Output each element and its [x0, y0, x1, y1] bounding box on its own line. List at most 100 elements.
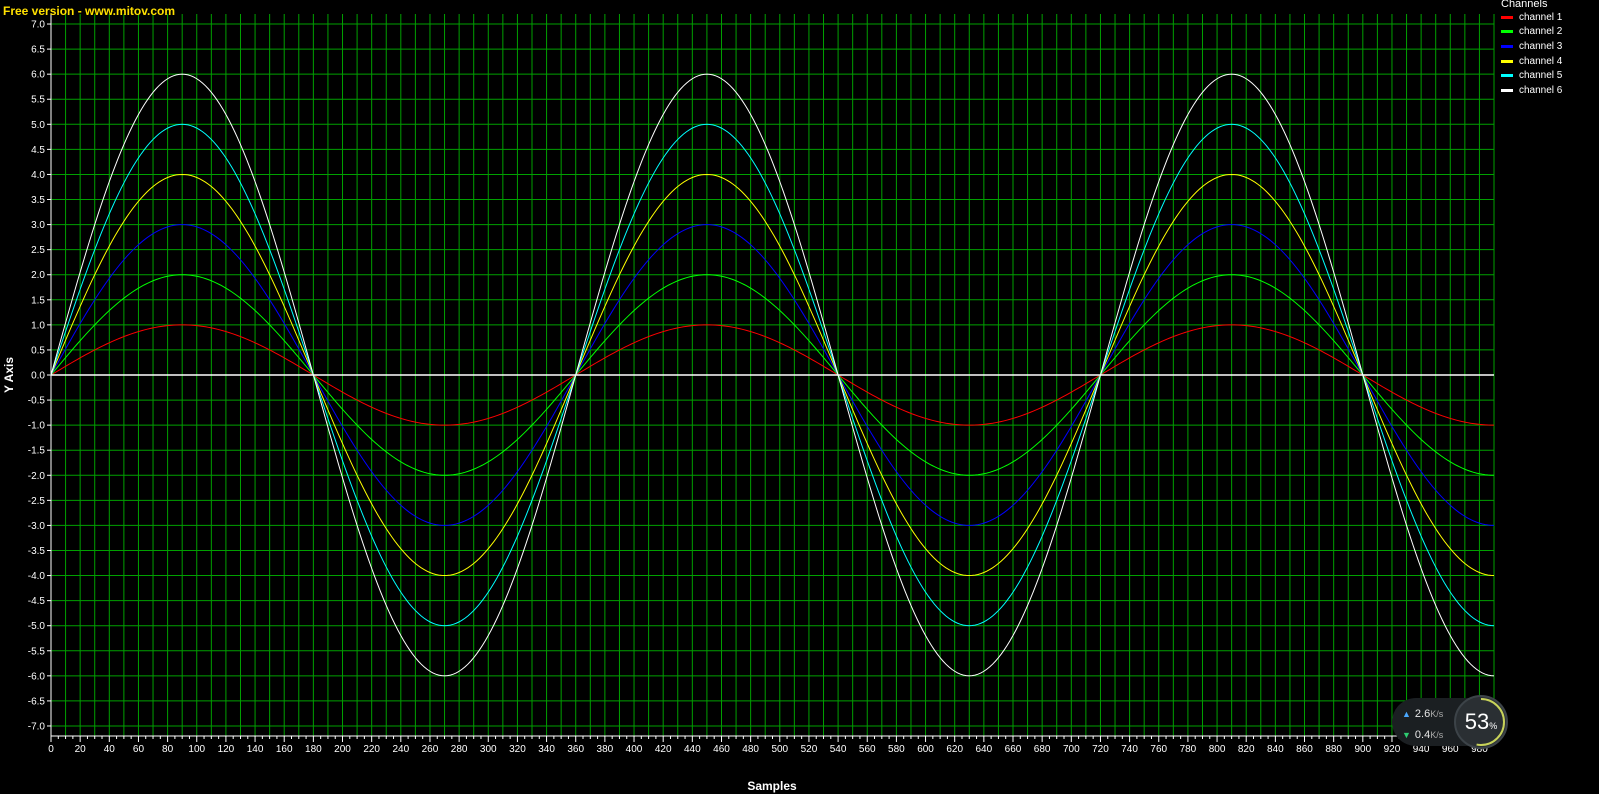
y-tick-label: -2.5	[28, 496, 46, 507]
x-tick-label: 540	[830, 744, 847, 755]
x-tick-label: 820	[1238, 744, 1255, 755]
x-tick-label: 920	[1384, 744, 1401, 755]
x-tick-label: 280	[451, 744, 468, 755]
y-tick-label: 0.0	[31, 371, 45, 382]
legend-item-channel-1[interactable]: channel 1	[1497, 10, 1597, 25]
x-tick-label: 100	[188, 744, 205, 755]
x-tick-label: 80	[162, 744, 174, 755]
upload-arrow-icon: ▲	[1402, 709, 1411, 719]
x-tick-label: 620	[946, 744, 963, 755]
y-tick-label: 5.5	[31, 95, 45, 106]
x-tick-label: 320	[509, 744, 526, 755]
download-speed: ▼ 0.4K/s	[1402, 729, 1443, 741]
x-tick-label: 900	[1354, 744, 1371, 755]
x-tick-label: 240	[392, 744, 409, 755]
x-tick-label: 740	[1121, 744, 1138, 755]
usage-percent: 53%	[1454, 695, 1508, 749]
legend-swatch	[1501, 88, 1513, 92]
x-axis-label: Samples	[747, 779, 797, 793]
legend-swatch	[1501, 30, 1513, 34]
legend-swatch	[1501, 74, 1513, 78]
x-tick-label: 600	[917, 744, 934, 755]
x-tick-label: 500	[771, 744, 788, 755]
x-tick-label: 860	[1296, 744, 1313, 755]
x-tick-label: 300	[480, 744, 497, 755]
y-tick-label: 0.5	[31, 345, 45, 356]
x-tick-label: 120	[218, 744, 235, 755]
y-tick-label: -6.0	[28, 671, 46, 682]
oscilloscope-chart: 7.0 6.5 6.0 5.5 5.0 4.5 4.0 3.5 3.0 2.5 2.0 1.5 1.0 0…	[2, 14, 1495, 793]
x-tick-label: 160	[276, 744, 293, 755]
x-tick-label: 260	[422, 744, 439, 755]
y-tick-label: -3.5	[28, 546, 46, 557]
x-tick-label: 460	[713, 744, 730, 755]
x-tick-label: 560	[859, 744, 876, 755]
x-tick-label: 720	[1092, 744, 1109, 755]
legend-item-channel-3[interactable]: channel 3	[1497, 39, 1597, 54]
y-axis-label: Y Axis	[2, 357, 16, 393]
legend-swatch	[1501, 44, 1513, 48]
x-tick-label: 580	[888, 744, 905, 755]
y-tick-label: -0.5	[28, 396, 46, 407]
y-tick-label: -4.5	[28, 596, 46, 607]
upload-speed-unit: K/s	[1430, 709, 1444, 719]
legend-label: channel 4	[1519, 55, 1563, 67]
x-tick-label: 800	[1209, 744, 1226, 755]
y-tick-label: -1.0	[28, 421, 46, 432]
x-tick-label: 400	[626, 744, 643, 755]
x-tick-label: 420	[655, 744, 672, 755]
series-layer	[50, 73, 1495, 677]
x-tick-label: 220	[363, 744, 380, 755]
legend-item-channel-5[interactable]: channel 5	[1497, 68, 1597, 83]
y-tick-label: -5.5	[28, 646, 46, 657]
y-tick-label: 1.0	[31, 320, 45, 331]
x-tick-label: 360	[567, 744, 584, 755]
download-arrow-icon: ▼	[1402, 730, 1411, 740]
download-speed-value: 0.4	[1414, 729, 1431, 741]
y-tick-label: 7.0	[31, 20, 45, 31]
y-tick-label: -3.0	[28, 521, 46, 532]
legend-label: channel 5	[1519, 70, 1563, 82]
legend-items: channel 1 channel 2 channel 3 channel 4 chan…	[1497, 10, 1597, 98]
x-tick-label: 780	[1180, 744, 1197, 755]
legend-swatch	[1501, 59, 1513, 63]
x-tick-label: 20	[75, 744, 87, 755]
y-tick-label: 3.5	[31, 195, 45, 206]
y-tick-label: 1.5	[31, 295, 45, 306]
upload-speed: ▲ 2.6K/s	[1402, 708, 1443, 720]
x-tick-label: 440	[684, 744, 701, 755]
y-tick-label: 6.0	[31, 70, 45, 81]
legend-title: Channels	[1501, 0, 1548, 10]
y-tick-label: -7.0	[28, 721, 46, 732]
x-tick-label: 880	[1325, 744, 1342, 755]
y-tick-label: 2.5	[31, 245, 45, 256]
x-tick-label: 660	[1005, 744, 1022, 755]
legend-label: channel 3	[1519, 40, 1563, 52]
usage-percent-value: 53	[1464, 709, 1490, 734]
x-tick-label: 200	[334, 744, 351, 755]
legend-label: channel 1	[1519, 11, 1563, 23]
y-tick-label: -2.0	[28, 471, 46, 482]
channel-legend: Channels channel 1 channel 2 channel 3 chan…	[1497, 0, 1597, 106]
legend-item-channel-6[interactable]: channel 6	[1497, 83, 1597, 98]
legend-label: channel 2	[1519, 26, 1563, 38]
x-tick-label: 380	[597, 744, 614, 755]
legend-item-channel-4[interactable]: channel 4	[1497, 54, 1597, 69]
legend-label: channel 6	[1519, 84, 1563, 96]
x-tick-label: 680	[1034, 744, 1051, 755]
legend-swatch	[1501, 15, 1513, 19]
x-tick-label: 840	[1267, 744, 1284, 755]
watermark-text: Free version - www.mitov.com	[3, 4, 176, 18]
y-tick-label: -6.5	[28, 696, 46, 707]
x-tick-label: 180	[305, 744, 322, 755]
x-tick-label: 0	[48, 744, 54, 755]
y-tick-label: 4.0	[31, 170, 45, 181]
legend-item-channel-2[interactable]: channel 2	[1497, 25, 1597, 40]
y-tick-label: 2.0	[31, 270, 45, 281]
x-tick-label: 40	[104, 744, 116, 755]
y-tick-label: 6.5	[31, 45, 45, 56]
x-tick-label: 340	[538, 744, 555, 755]
y-tick-label: 4.5	[31, 145, 45, 156]
x-tick-label: 700	[1063, 744, 1080, 755]
y-tick-label: -4.0	[28, 571, 46, 582]
